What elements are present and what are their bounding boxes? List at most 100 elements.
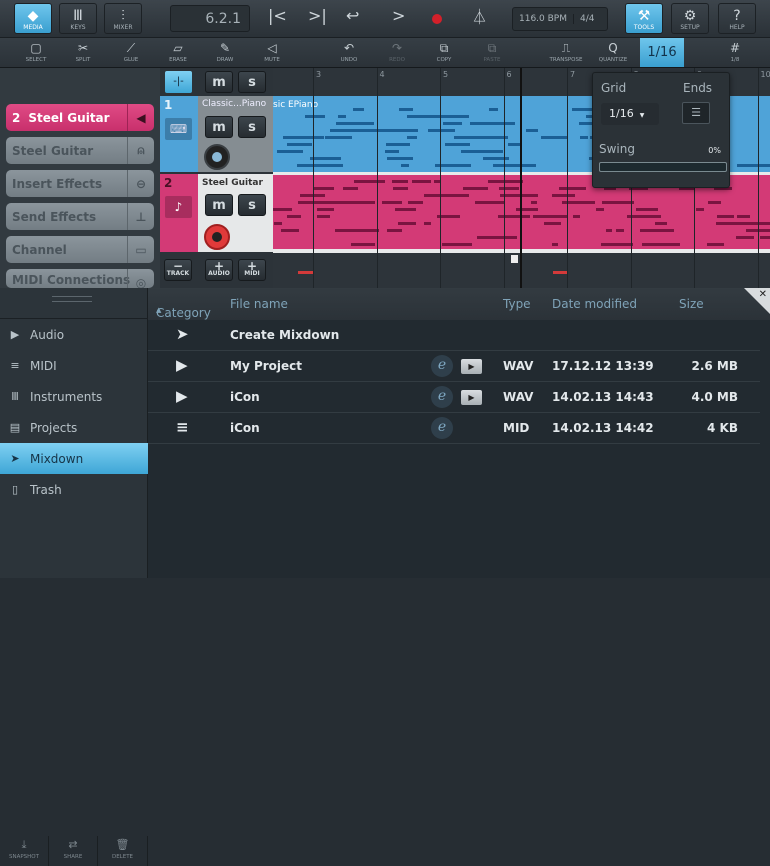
file-row[interactable]: ▶ iCone▶WAV 14.02.13 14:43 4.0 MB <box>148 382 760 413</box>
undo-button[interactable]: ↶UNDO <box>327 40 371 67</box>
media-button[interactable]: ◆MEDIA <box>14 3 52 34</box>
tempo-display[interactable]: 116.0 BPM4/4 <box>512 7 608 31</box>
loop-icon[interactable]: ↩ <box>346 6 359 25</box>
category-trash[interactable]: ▯Trash <box>0 474 148 505</box>
midi-note <box>305 115 325 118</box>
file-row[interactable]: ≡ iConeMID 14.02.13 14:42 4 KB <box>148 413 760 444</box>
drag-handle[interactable] <box>52 296 92 302</box>
column-date[interactable]: Date modified <box>552 297 637 311</box>
grid-icon: # <box>730 40 740 57</box>
paste-button[interactable]: ⧉PASTE <box>470 40 514 67</box>
global-mute-button[interactable]: m <box>205 71 233 93</box>
help-button[interactable]: ?HELP <box>718 3 756 34</box>
setup-button[interactable]: ⚙SETUP <box>671 3 709 34</box>
midi-note <box>531 201 537 204</box>
redo-button[interactable]: ↷REDO <box>375 40 419 67</box>
category-audio[interactable]: ▶Audio <box>0 319 148 350</box>
play-icon[interactable]: > <box>392 6 405 25</box>
remove-track-button[interactable]: −TRACK <box>164 259 192 281</box>
swing-slider[interactable] <box>599 162 727 172</box>
snapshot-button[interactable]: ⤓SNAPSHOT <box>0 836 49 866</box>
file-row[interactable]: ➤ Create Mixdown <box>148 320 760 351</box>
mute-tool[interactable]: ◁MUTE <box>250 40 294 67</box>
inspector-channel[interactable]: Channel▭ <box>6 236 154 263</box>
track-2-solo[interactable]: s <box>238 194 266 216</box>
track-1-solo[interactable]: s <box>238 116 266 138</box>
fit-tracks-button[interactable]: -|- <box>165 71 192 93</box>
midi-note <box>489 108 498 111</box>
track-2-mute[interactable]: m <box>205 194 233 216</box>
transpose-button[interactable]: ⎍TRANSPOSE <box>544 40 588 67</box>
column-filename[interactable]: File name <box>230 297 288 311</box>
midi-note <box>636 208 658 211</box>
grid-button[interactable]: #1/8 <box>713 40 757 67</box>
file-row[interactable]: ▶ My Projecte▶WAV 17.12.12 13:39 2.6 MB <box>148 351 760 382</box>
category-instruments[interactable]: ⅢInstruments <box>0 381 148 412</box>
share-button[interactable]: ⇄SHARE <box>49 836 98 866</box>
mixer-button[interactable]: ⫶MIXER <box>104 3 142 34</box>
select-tool[interactable]: ▢SELECT <box>14 40 58 67</box>
midi-note <box>552 194 575 197</box>
edit-icon[interactable]: e <box>431 355 453 377</box>
keys-icon: Ⅲ <box>73 8 83 24</box>
keys-button[interactable]: ⅢKEYS <box>59 3 97 34</box>
record-button[interactable] <box>432 14 442 24</box>
draw-tool[interactable]: ✎DRAW <box>203 40 247 67</box>
column-type[interactable]: Type <box>503 297 531 311</box>
ends-button[interactable]: ☰ <box>682 102 710 124</box>
selected-track-header[interactable]: 2Steel Guitar◀ <box>6 104 154 131</box>
position-display[interactable]: 6.2.1 <box>170 5 250 32</box>
column-size[interactable]: Size <box>679 297 704 311</box>
close-icon[interactable]: ✕ <box>759 289 767 300</box>
track-1-header[interactable]: 1 ⌨ Classic...Piano m s <box>160 96 273 172</box>
category-projects[interactable]: ▤Projects <box>0 412 148 443</box>
trash-icon: 🗑 <box>116 836 130 854</box>
copy-button[interactable]: ⧉COPY <box>422 40 466 67</box>
glue-tool[interactable]: ⟋GLUE <box>109 40 153 67</box>
track-1-record-arm[interactable] <box>204 144 230 170</box>
midi-note <box>553 271 567 274</box>
midi-note <box>287 215 301 218</box>
category-mixdown[interactable]: ➤Mixdown <box>0 443 148 474</box>
track-2-record-arm[interactable] <box>204 224 230 250</box>
playhead[interactable] <box>520 68 522 288</box>
midi-note <box>277 150 303 153</box>
split-tool[interactable]: ✂SPLIT <box>61 40 105 67</box>
tools-button[interactable]: ⚒TOOLS <box>625 3 663 34</box>
preview-play-button[interactable]: ▶ <box>461 390 482 405</box>
add-midi-track-button[interactable]: +MIDI <box>238 259 266 281</box>
grid-dropdown[interactable]: 1/16▼ <box>601 103 659 125</box>
global-solo-button[interactable]: s <box>238 71 266 93</box>
metronome-icon[interactable]: ⏃ <box>472 6 487 27</box>
midi-note <box>386 143 410 146</box>
midi-note <box>392 180 408 183</box>
midi-note <box>533 215 567 218</box>
inspector-send-effects[interactable]: Send Effects⊥ <box>6 203 154 230</box>
track-2-header[interactable]: 2 ♪ Steel Guitar m s <box>160 174 273 252</box>
delete-button[interactable]: 🗑DELETE <box>98 836 148 866</box>
midi-note <box>637 215 658 218</box>
inspector-insert-effects[interactable]: Insert Effects⊖ <box>6 170 154 197</box>
quantize-value[interactable]: 1/16 <box>640 38 684 67</box>
inspector-midi-connections[interactable]: MIDI Connections◎ <box>6 269 154 288</box>
inspector-instrument[interactable]: Steel Guitar⍝ <box>6 137 154 164</box>
preview-play-button[interactable]: ▶ <box>461 359 482 374</box>
loop-marker[interactable] <box>511 255 518 263</box>
edit-icon[interactable]: e <box>431 417 453 439</box>
bar-line <box>440 68 441 288</box>
category-midi[interactable]: ≡MIDI <box>0 350 148 381</box>
track-1-mute[interactable]: m <box>205 116 233 138</box>
midi-note <box>544 222 561 225</box>
rewind-icon[interactable]: |< <box>268 6 287 25</box>
forward-icon[interactable]: >| <box>308 6 327 25</box>
edit-icon[interactable]: e <box>431 386 453 408</box>
add-audio-track-button[interactable]: +AUDIO <box>205 259 233 281</box>
erase-tool[interactable]: ▱ERASE <box>156 40 200 67</box>
collapse-icon[interactable]: ◀ <box>127 104 154 131</box>
midi-note <box>443 122 462 125</box>
bar-line <box>377 68 378 288</box>
midi-note <box>442 243 472 246</box>
midi-note <box>281 229 299 232</box>
midi-note <box>737 215 747 218</box>
quantize-button[interactable]: QQUANTIZE <box>591 40 635 67</box>
